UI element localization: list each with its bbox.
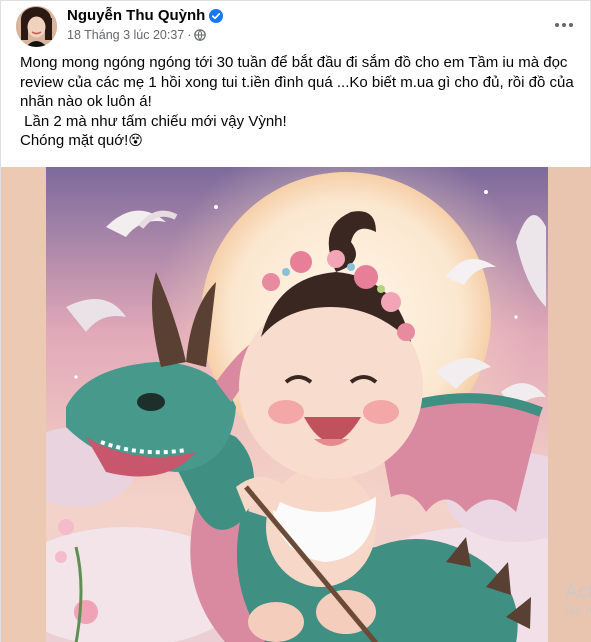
- verified-badge-icon: [209, 8, 224, 23]
- avatar-photo: [16, 6, 57, 47]
- post-timestamp[interactable]: 18 Tháng 3 lúc 20:37: [67, 28, 184, 42]
- post-text-line-1: Mong mong ngóng ngóng tới 30 tuần để bắt…: [20, 54, 578, 110]
- post-image[interactable]: Acti Go to: [1, 167, 591, 642]
- image-side-panel-right: [548, 167, 591, 642]
- more-options-button[interactable]: [550, 11, 578, 39]
- facebook-post: Nguyễn Thu Quỳnh 18 Tháng 3 lúc 20:37 ·: [0, 0, 591, 642]
- baby-riding-dragon-illustration: [46, 167, 548, 642]
- author-avatar[interactable]: [16, 6, 57, 47]
- globe-icon[interactable]: [194, 29, 207, 41]
- post-text-line-2: Lần 2 mà như tấm chiếu mới vậy Vỳnh!: [20, 112, 287, 130]
- dizzy-face-emoji-icon: 😵: [128, 133, 143, 149]
- more-options-icon: [555, 23, 573, 27]
- meta-separator: ·: [187, 28, 192, 42]
- author-name-text[interactable]: Nguyễn Thu Quỳnh: [67, 7, 205, 24]
- watermark-line-1: Acti: [564, 580, 591, 603]
- image-side-panel-left: [1, 167, 46, 642]
- activate-windows-watermark: Acti Go to: [565, 581, 591, 617]
- post-text-line-3-text: Chóng mặt quớ!: [20, 132, 129, 149]
- author-name[interactable]: Nguyễn Thu Quỳnh: [67, 7, 224, 24]
- watermark-line-2: Go to: [564, 601, 591, 617]
- post-header: Nguyễn Thu Quỳnh 18 Tháng 3 lúc 20:37 ·: [1, 1, 591, 53]
- post-text-line-3: Chóng mặt quớ!😵: [20, 131, 575, 152]
- post-text: Mong mong ngóng ngóng tới 30 tuần để bắt…: [20, 53, 575, 152]
- post-meta: 18 Tháng 3 lúc 20:37 ·: [67, 28, 207, 42]
